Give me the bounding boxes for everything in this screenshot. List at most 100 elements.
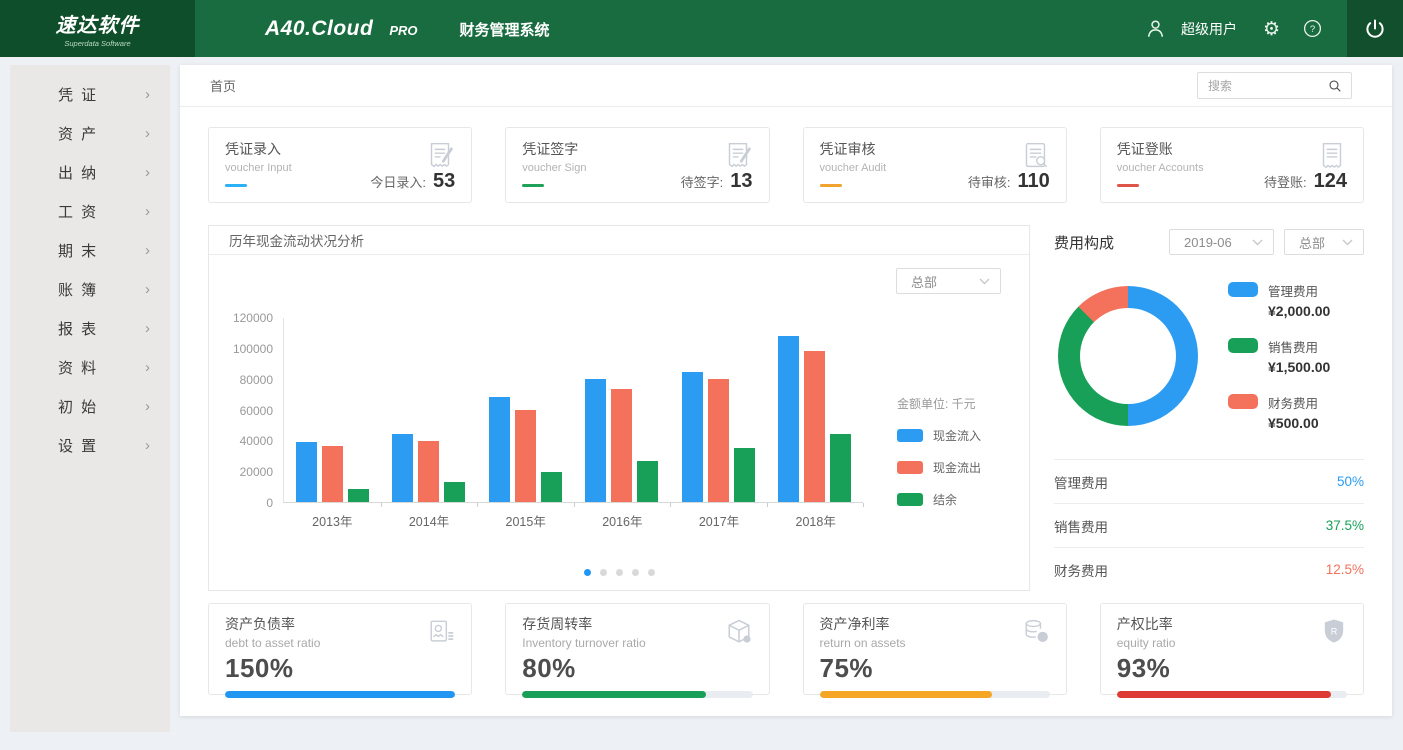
voucher-card-1[interactable]: 凭证签字 voucher Sign 待签字:13 xyxy=(505,127,769,203)
tab-home[interactable]: 首页 xyxy=(210,76,236,95)
stat-label: 待审核: xyxy=(968,172,1011,191)
expense-percentage-list: 管理费用50%销售费用37.5%财务费用12.5% xyxy=(1054,459,1364,591)
bar-现金流出[interactable] xyxy=(611,389,632,502)
expense-panel: 费用构成 2019-06 总部 xyxy=(1054,225,1364,591)
bar-结余[interactable] xyxy=(830,434,851,502)
sidebar-item-label: 凭 证 xyxy=(58,84,98,105)
logout-power-icon[interactable] xyxy=(1347,0,1403,57)
slice-label: 销售费用 xyxy=(1268,337,1330,356)
donut-legend-item-财务费用[interactable]: 财务费用¥500.00 xyxy=(1228,393,1330,431)
ratio-value: 150% xyxy=(225,653,455,684)
sidebar-item-4[interactable]: 期 末› xyxy=(10,231,170,270)
chevron-down-icon xyxy=(1252,239,1263,246)
month-select[interactable]: 2019-06 xyxy=(1169,229,1274,255)
donut-legend-item-销售费用[interactable]: 销售费用¥1,500.00 xyxy=(1228,337,1330,375)
sidebar-item-label: 账 簿 xyxy=(58,279,98,300)
voucher-card-3[interactable]: 凭证登账 voucher Accounts 待登账:124 xyxy=(1100,127,1364,203)
sidebar-item-5[interactable]: 账 簿› xyxy=(10,270,170,309)
x-tick-label: 2015年 xyxy=(477,511,574,530)
branch-select[interactable]: 总部 xyxy=(896,268,1001,294)
x-tick-label: 2013年 xyxy=(284,511,381,530)
stat-value: 13 xyxy=(730,170,752,193)
settings-gear-icon[interactable]: ⚙ xyxy=(1263,18,1280,40)
legend-swatch xyxy=(897,493,923,506)
sidebar-item-8[interactable]: 初 始› xyxy=(10,387,170,426)
main-panel: 首页 凭证录入 voucher Input 今日录入:53 凭证签字 vouch… xyxy=(180,65,1392,716)
bar-现金流出[interactable] xyxy=(322,446,343,502)
ratio-card-row: 资产负债率 debt to asset ratio 150% 存货周转率 Inv… xyxy=(208,603,1364,695)
bar-现金流入[interactable] xyxy=(392,434,413,502)
bar-现金流入[interactable] xyxy=(585,379,606,502)
bar-结余[interactable] xyxy=(734,448,755,502)
legend-item-现金流出[interactable]: 现金流出 xyxy=(897,459,1027,476)
donut-legend-item-管理费用[interactable]: 管理费用¥2,000.00 xyxy=(1228,281,1330,319)
bar-现金流出[interactable] xyxy=(708,379,729,502)
ratio-card-3[interactable]: 产权比率 equity ratio 93% R xyxy=(1100,603,1364,695)
sidebar-item-label: 工 资 xyxy=(58,201,98,222)
sidebar-item-9[interactable]: 设 置› xyxy=(10,426,170,465)
sidebar-item-6[interactable]: 报 表› xyxy=(10,309,170,348)
bar-结余[interactable] xyxy=(348,489,369,502)
pagination-dot-4[interactable] xyxy=(648,569,655,576)
stat-label: 今日录入: xyxy=(370,172,426,191)
bar-现金流入[interactable] xyxy=(296,442,317,502)
bar-结余[interactable] xyxy=(444,482,465,502)
page-tabbar: 首页 xyxy=(180,65,1392,107)
logo-subtitle: Superdata Software xyxy=(64,39,130,48)
legend-item-现金流入[interactable]: 现金流入 xyxy=(897,427,1027,444)
help-icon[interactable]: ? xyxy=(1302,18,1323,39)
app-header: 速达软件 Superdata Software A40.Cloud PRO 财务… xyxy=(0,0,1403,57)
pagination-dot-0[interactable] xyxy=(584,569,591,576)
ratio-card-2[interactable]: 资产净利率 return on assets 75% ¥ xyxy=(803,603,1067,695)
sidebar-item-7[interactable]: 资 料› xyxy=(10,348,170,387)
bar-group-2013年 xyxy=(284,318,381,502)
chevron-down-icon xyxy=(1342,239,1353,246)
pagination-dot-3[interactable] xyxy=(632,569,639,576)
accent-dash xyxy=(522,184,544,187)
ratio-card-0[interactable]: 资产负债率 debt to asset ratio 150% xyxy=(208,603,472,695)
user-icon[interactable] xyxy=(1144,17,1167,40)
bar-group-2018年 xyxy=(767,318,864,502)
card-subtitle: debt to asset ratio xyxy=(225,636,455,650)
bar-现金流出[interactable] xyxy=(804,351,825,502)
legend-swatch xyxy=(1228,394,1258,409)
product-name: A40.Cloud xyxy=(265,17,373,41)
y-tick-label: 20000 xyxy=(240,465,273,479)
card-title: 凭证签字 xyxy=(522,139,752,159)
legend-item-结余[interactable]: 结余 xyxy=(897,491,1027,508)
card-title: 凭证审核 xyxy=(820,139,1050,159)
legend-label: 结余 xyxy=(933,491,957,508)
chart-title: 历年现金流动状况分析 xyxy=(209,226,1029,255)
bar-现金流出[interactable] xyxy=(418,441,439,502)
chart-legend: 金额单位: 千元 现金流入现金流出结余 xyxy=(897,395,1027,523)
sidebar-item-2[interactable]: 出 纳› xyxy=(10,153,170,192)
sidebar-item-1[interactable]: 资 产› xyxy=(10,114,170,153)
bar-结余[interactable] xyxy=(541,472,562,502)
y-tick-label: 60000 xyxy=(240,404,273,418)
card-subtitle: Inventory turnover ratio xyxy=(522,636,752,650)
voucher-card-2[interactable]: 凭证审核 voucher Audit 待审核:110 xyxy=(803,127,1067,203)
sidebar-item-3[interactable]: 工 资› xyxy=(10,192,170,231)
bar-结余[interactable] xyxy=(637,461,658,502)
bar-group-2016年 xyxy=(574,318,671,502)
bar-现金流出[interactable] xyxy=(515,410,536,502)
legend-label: 现金流出 xyxy=(933,459,981,476)
sidebar-item-0[interactable]: 凭 证› xyxy=(10,75,170,114)
current-user-label[interactable]: 超级用户 xyxy=(1181,19,1237,39)
search-icon[interactable] xyxy=(1327,78,1343,94)
search-input[interactable] xyxy=(1208,79,1327,93)
chevron-right-icon: › xyxy=(145,398,150,415)
bar-现金流入[interactable] xyxy=(489,397,510,502)
bar-现金流入[interactable] xyxy=(778,336,799,502)
bar-现金流入[interactable] xyxy=(682,372,703,502)
voucher-card-0[interactable]: 凭证录入 voucher Input 今日录入:53 xyxy=(208,127,472,203)
slice-label: 管理费用 xyxy=(1268,281,1330,300)
ratio-card-1[interactable]: 存货周转率 Inventory turnover ratio 80% xyxy=(505,603,769,695)
pagination-dot-2[interactable] xyxy=(616,569,623,576)
branch-select-2[interactable]: 总部 xyxy=(1284,229,1364,255)
pagination-dot-1[interactable] xyxy=(600,569,607,576)
svg-text:?: ? xyxy=(1310,24,1315,35)
slice-label: 财务费用 xyxy=(1268,393,1319,412)
unit-note: 金额单位: 千元 xyxy=(897,395,1027,412)
search-box[interactable] xyxy=(1197,72,1352,99)
